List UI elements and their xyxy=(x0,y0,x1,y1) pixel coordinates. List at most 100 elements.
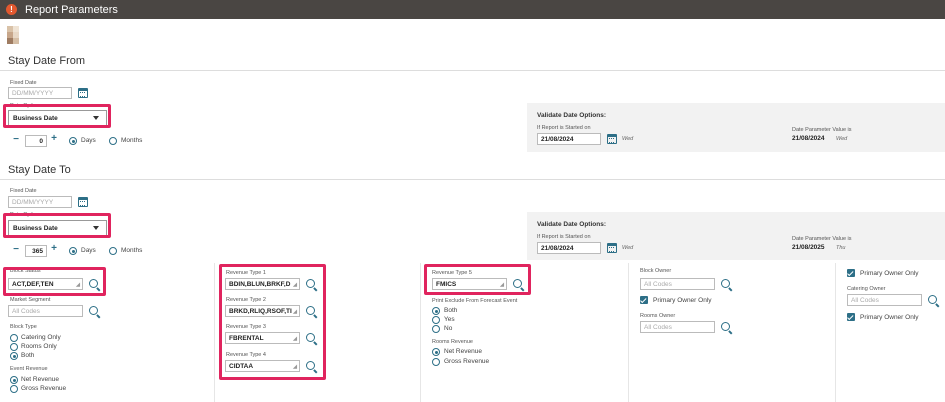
revenue-type-3-value: FBRENTAL xyxy=(229,334,264,342)
revenue-type-1-input[interactable]: BDIN,BLUN,BRKF,D ◢ xyxy=(225,278,300,290)
decrement-button[interactable]: − xyxy=(11,245,21,255)
calendar-icon[interactable] xyxy=(607,134,617,144)
search-icon[interactable] xyxy=(721,322,733,334)
search-icon[interactable] xyxy=(89,306,101,318)
rooms-owner-input[interactable]: All Codes xyxy=(640,321,715,333)
search-icon[interactable] xyxy=(928,295,940,307)
offset-stepper[interactable]: 0 xyxy=(25,135,47,147)
search-icon[interactable] xyxy=(721,279,733,291)
both-radio[interactable] xyxy=(10,352,18,360)
title-bar: ! Report Parameters xyxy=(0,0,945,19)
param-label: Date Parameter Value is xyxy=(792,127,852,133)
catering-owner-label: Catering Owner xyxy=(847,286,886,292)
fixed-date-label: Fixed Date xyxy=(10,80,37,86)
validate-title: Validate Date Options: xyxy=(537,112,606,119)
column-divider xyxy=(835,263,836,402)
started-date-input[interactable]: 21/08/2024 xyxy=(537,242,601,254)
rooms-only-radio[interactable] xyxy=(10,343,18,351)
catering-only-radio[interactable] xyxy=(10,334,18,342)
calendar-icon[interactable] xyxy=(607,243,617,253)
started-day: Wed xyxy=(622,136,634,142)
rooms-owner-label: Rooms Owner xyxy=(640,313,676,319)
exclude-yes-radio[interactable] xyxy=(432,316,440,324)
rooms-gross-revenue-label: Gross Revenue xyxy=(444,358,490,365)
param-value: 21/08/2025 xyxy=(792,244,825,251)
warning-icon: ! xyxy=(6,4,17,15)
days-radio[interactable] xyxy=(69,247,77,255)
market-segment-input[interactable]: All Codes xyxy=(8,305,83,317)
exclude-no-label: No xyxy=(444,325,453,332)
validate-title: Validate Date Options: xyxy=(537,221,606,228)
fixed-date-input[interactable]: DD/MM/YYYY xyxy=(8,87,72,99)
increment-button[interactable]: + xyxy=(49,244,59,254)
days-radio[interactable] xyxy=(69,137,77,145)
started-date-input[interactable]: 21/08/2024 xyxy=(537,133,601,145)
rooms-net-revenue-radio[interactable] xyxy=(432,348,440,356)
param-day: Thu xyxy=(836,245,846,251)
search-icon[interactable] xyxy=(513,279,525,291)
months-label: Months xyxy=(121,137,143,144)
revenue-type-4-input[interactable]: CIDTAA ◢ xyxy=(225,360,300,372)
started-label: If Report is Started on xyxy=(537,125,591,131)
increment-button[interactable]: + xyxy=(49,134,59,144)
months-radio[interactable] xyxy=(109,137,117,145)
revenue-type-2-label: Revenue Type 2 xyxy=(226,297,266,303)
fixed-date-input[interactable]: DD/MM/YYYY xyxy=(8,196,72,208)
stay-date-from-title: Stay Date From xyxy=(8,55,86,67)
revenue-type-3-input[interactable]: FBRENTAL ◢ xyxy=(225,332,300,344)
fixed-date-label: Fixed Date xyxy=(10,188,37,194)
resize-grip-icon: ◢ xyxy=(293,336,297,342)
event-net-revenue-radio[interactable] xyxy=(10,376,18,384)
catering-only-label: Catering Only xyxy=(21,334,61,341)
resize-grip-icon: ◢ xyxy=(293,364,297,370)
event-gross-revenue-label: Gross Revenue xyxy=(21,385,67,392)
market-segment-label: Market Segment xyxy=(10,297,51,303)
catering-primary-owner-checkbox[interactable] xyxy=(847,313,855,321)
rooms-net-revenue-label: Net Revenue xyxy=(444,348,482,355)
days-label: Days xyxy=(81,247,96,254)
window-title: Report Parameters xyxy=(25,3,118,16)
revenue-type-3-label: Revenue Type 3 xyxy=(226,324,266,330)
offset-stepper[interactable]: 365 xyxy=(25,245,47,257)
decrement-button[interactable]: − xyxy=(11,135,21,145)
months-radio[interactable] xyxy=(109,247,117,255)
both-label: Both xyxy=(21,352,35,359)
resize-grip-icon: ◢ xyxy=(293,309,297,315)
days-label: Days xyxy=(81,137,96,144)
stay-date-to-title: Stay Date To xyxy=(8,164,71,176)
block-primary-owner-checkbox[interactable] xyxy=(640,296,648,304)
search-icon[interactable] xyxy=(306,333,318,345)
revenue-type-5-value: FMICS xyxy=(436,280,457,288)
calendar-icon[interactable] xyxy=(78,197,88,207)
highlight-box xyxy=(3,267,106,296)
highlight-box xyxy=(3,213,111,238)
revenue-type-1-label: Revenue Type 1 xyxy=(226,270,266,276)
param-day: Wed xyxy=(836,136,848,142)
param-label: Date Parameter Value is xyxy=(792,236,852,242)
rooms-gross-revenue-radio[interactable] xyxy=(432,358,440,366)
search-icon[interactable] xyxy=(306,279,318,291)
resize-grip-icon: ◢ xyxy=(500,282,504,288)
exclude-both-radio[interactable] xyxy=(432,307,440,315)
event-net-revenue-label: Net Revenue xyxy=(21,376,59,383)
column-divider xyxy=(628,263,629,402)
revenue-type-2-input[interactable]: BRKD,RLIQ,RSOF,TI ◢ xyxy=(225,305,300,317)
print-exclude-label: Print Exclude From Forecast Event xyxy=(432,298,518,304)
search-icon[interactable] xyxy=(306,361,318,373)
param-value: 21/08/2024 xyxy=(792,135,825,142)
validate-date-panel: Validate Date Options: If Report is Star… xyxy=(527,212,945,260)
rooms-only-label: Rooms Only xyxy=(21,343,57,350)
calendar-icon[interactable] xyxy=(78,88,88,98)
primary-owner-checkbox[interactable] xyxy=(847,269,855,277)
exclude-both-label: Both xyxy=(444,307,458,314)
catering-owner-input[interactable]: All Codes xyxy=(847,294,922,306)
revenue-type-2-value: BRKD,RLIQ,RSOF,TI xyxy=(229,307,292,315)
revenue-type-5-input[interactable]: FMICS ◢ xyxy=(432,278,507,290)
validate-date-panel: Validate Date Options: If Report is Star… xyxy=(527,103,945,152)
event-gross-revenue-radio[interactable] xyxy=(10,385,18,393)
exclude-no-radio[interactable] xyxy=(432,325,440,333)
column-divider xyxy=(420,263,421,402)
search-icon[interactable] xyxy=(306,306,318,318)
block-owner-input[interactable]: All Codes xyxy=(640,278,715,290)
block-type-label: Block Type xyxy=(10,324,37,330)
